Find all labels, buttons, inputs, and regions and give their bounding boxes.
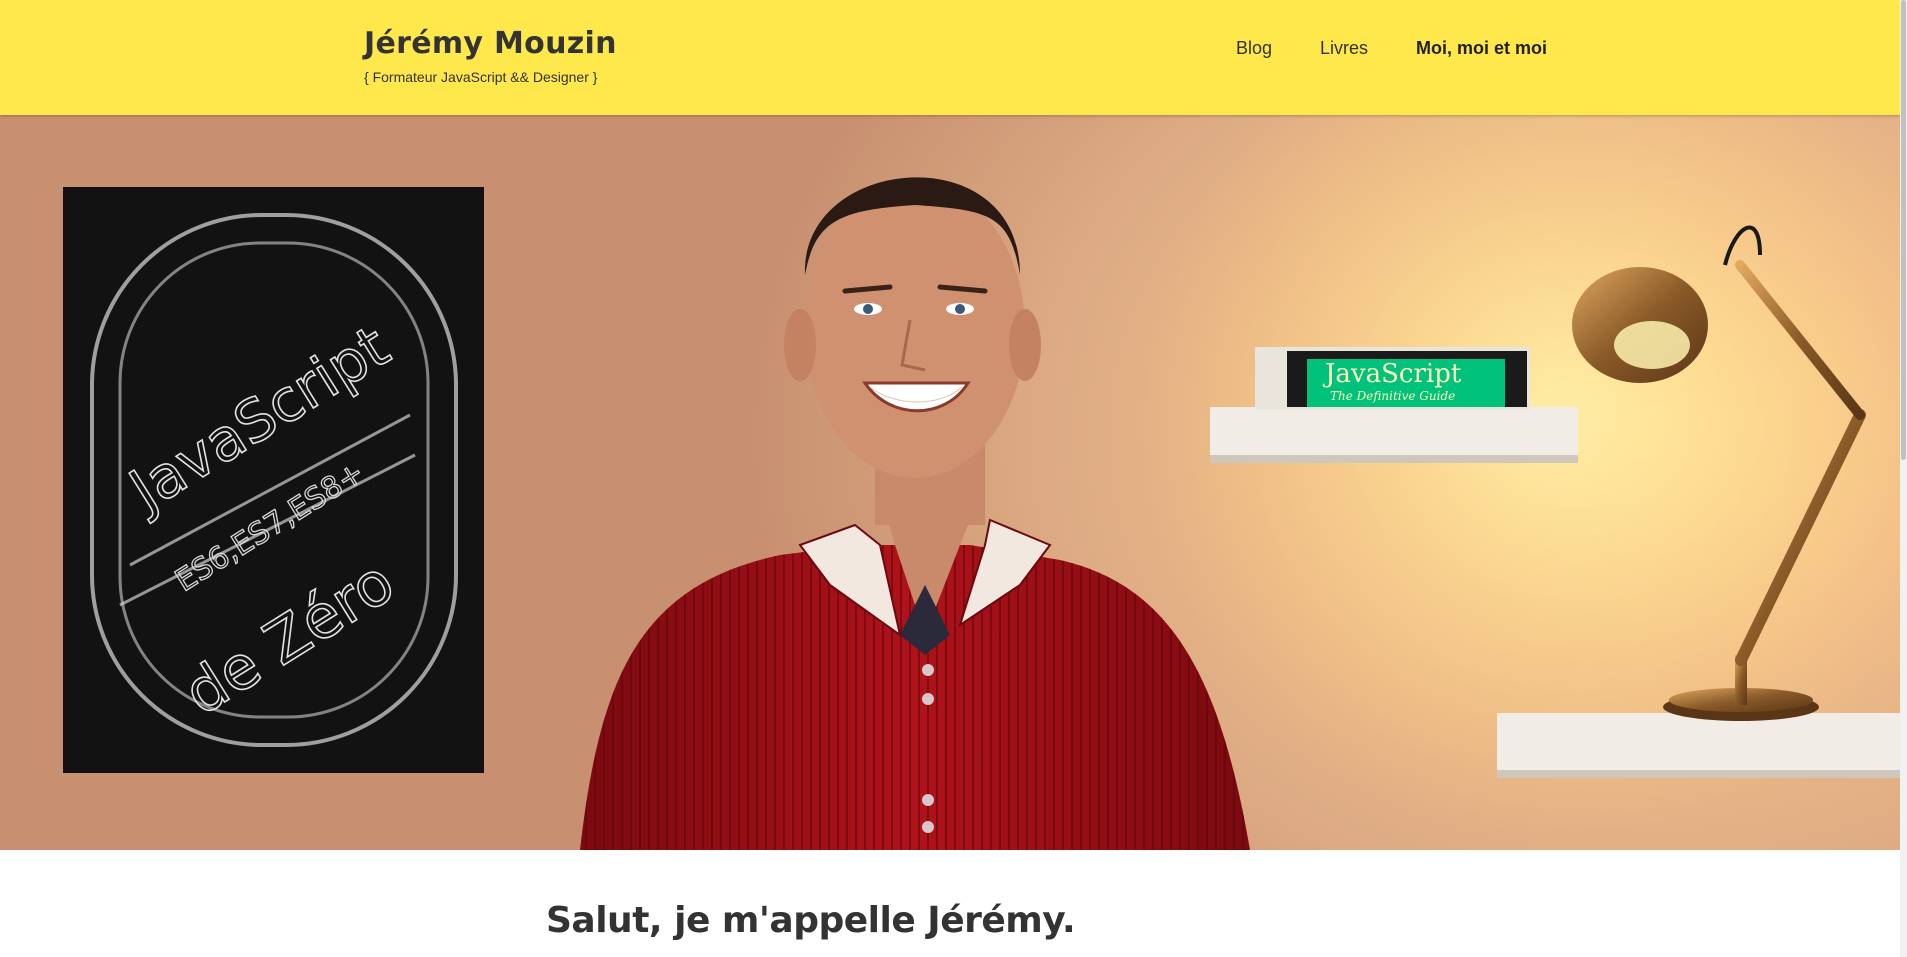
page-heading: Salut, je m'appelle Jérémy. xyxy=(546,900,1076,941)
nav-link-moi[interactable]: Moi, moi et moi xyxy=(1416,38,1547,59)
book-spine-title: JavaScript xyxy=(1322,359,1462,389)
site-tagline: { Formateur JavaScript && Designer } xyxy=(364,69,598,85)
site-title[interactable]: Jérémy Mouzin xyxy=(364,26,617,61)
vertical-scrollbar[interactable] xyxy=(1900,0,1907,957)
hero-photo: JavaScript ES6,ES7,ES8+ de Zéro JavaScri… xyxy=(0,115,1900,850)
hero-illustration: JavaScript ES6,ES7,ES8+ de Zéro JavaScri… xyxy=(0,115,1900,850)
main-nav: Blog Livres Moi, moi et moi xyxy=(1236,38,1547,59)
scrollbar-thumb[interactable] xyxy=(1901,0,1906,460)
nav-link-blog[interactable]: Blog xyxy=(1236,38,1272,59)
site-header: Jérémy Mouzin { Formateur JavaScript && … xyxy=(0,0,1900,115)
book-spine-subtitle: The Definitive Guide xyxy=(1330,389,1455,403)
nav-link-livres[interactable]: Livres xyxy=(1320,38,1368,59)
main-content: Salut, je m'appelle Jérémy. xyxy=(546,900,1076,941)
chalkboard: JavaScript ES6,ES7,ES8+ de Zéro xyxy=(63,187,484,773)
page: Jérémy Mouzin { Formateur JavaScript && … xyxy=(0,0,1900,957)
brand[interactable]: Jérémy Mouzin { Formateur JavaScript && … xyxy=(364,26,617,85)
